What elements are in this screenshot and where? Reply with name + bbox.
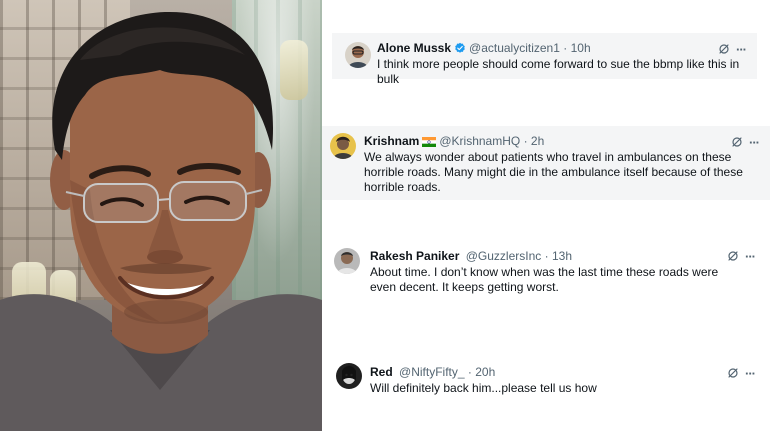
author-name[interactable]: Krishnam xyxy=(364,134,419,148)
author-handle[interactable]: @GuzzlersInc xyxy=(466,249,542,263)
avatar[interactable] xyxy=(334,248,360,274)
separator-dot: · xyxy=(523,134,528,148)
avatar[interactable] xyxy=(336,363,362,389)
grok-icon[interactable] xyxy=(731,135,743,153)
tweet-text: I think more people should come forward … xyxy=(377,57,740,86)
reply-tweet[interactable]: Red @NiftyFifty_ · 20h Will definitely b… xyxy=(322,355,770,400)
avatar[interactable] xyxy=(330,133,356,159)
timestamp[interactable]: 13h xyxy=(552,249,572,263)
more-options-icon[interactable]: ··· xyxy=(745,250,756,263)
verified-badge-icon xyxy=(454,42,466,58)
tweet-meta: Rakesh Paniker @GuzzlersInc · 13h xyxy=(370,248,572,264)
tweet-meta: Krishnam @KrishnamHQ · 2h xyxy=(364,133,544,151)
author-handle[interactable]: @actualycitizen1 xyxy=(469,41,560,55)
separator-dot: · xyxy=(563,41,568,55)
reply-tweet[interactable]: Krishnam @KrishnamHQ · 2h We always wonde… xyxy=(322,126,770,200)
replies-panel: Alone Mussk @actualycitizen1 · 10h I thin… xyxy=(322,0,770,431)
tweet-text: Will definitely back him...please tell u… xyxy=(370,381,597,395)
avatar[interactable] xyxy=(345,42,371,68)
author-name[interactable]: Red xyxy=(370,365,393,379)
india-flag-icon xyxy=(422,135,437,151)
author-handle[interactable]: @KrishnamHQ xyxy=(439,134,520,148)
more-options-icon[interactable]: ··· xyxy=(745,367,756,380)
more-options-icon[interactable]: ··· xyxy=(736,43,747,56)
author-name[interactable]: Alone Mussk xyxy=(377,41,451,55)
person-portrait xyxy=(0,11,322,431)
grok-icon[interactable] xyxy=(727,249,739,267)
timestamp[interactable]: 10h xyxy=(571,41,591,55)
author-name[interactable]: Rakesh Paniker xyxy=(370,249,459,263)
reply-tweet[interactable]: Rakesh Paniker @GuzzlersInc · 13h About … xyxy=(322,240,770,300)
tweet-text: We always wonder about patients who trav… xyxy=(364,150,743,194)
more-options-icon[interactable]: ··· xyxy=(749,136,760,149)
grok-icon[interactable] xyxy=(727,366,739,384)
timestamp[interactable]: 20h xyxy=(475,365,495,379)
separator-dot: · xyxy=(467,365,472,379)
tweet-text: About time. I don’t know when was the la… xyxy=(370,265,719,294)
separator-dot: · xyxy=(544,249,549,263)
tweet-meta: Alone Mussk @actualycitizen1 · 10h xyxy=(377,40,591,58)
tweet-meta: Red @NiftyFifty_ · 20h xyxy=(370,364,495,380)
timestamp[interactable]: 2h xyxy=(531,134,544,148)
author-handle[interactable]: @NiftyFifty_ xyxy=(399,365,465,379)
profile-photo xyxy=(0,0,322,431)
reply-tweet[interactable]: Alone Mussk @actualycitizen1 · 10h I thin… xyxy=(332,33,757,86)
grok-icon[interactable] xyxy=(718,42,730,60)
